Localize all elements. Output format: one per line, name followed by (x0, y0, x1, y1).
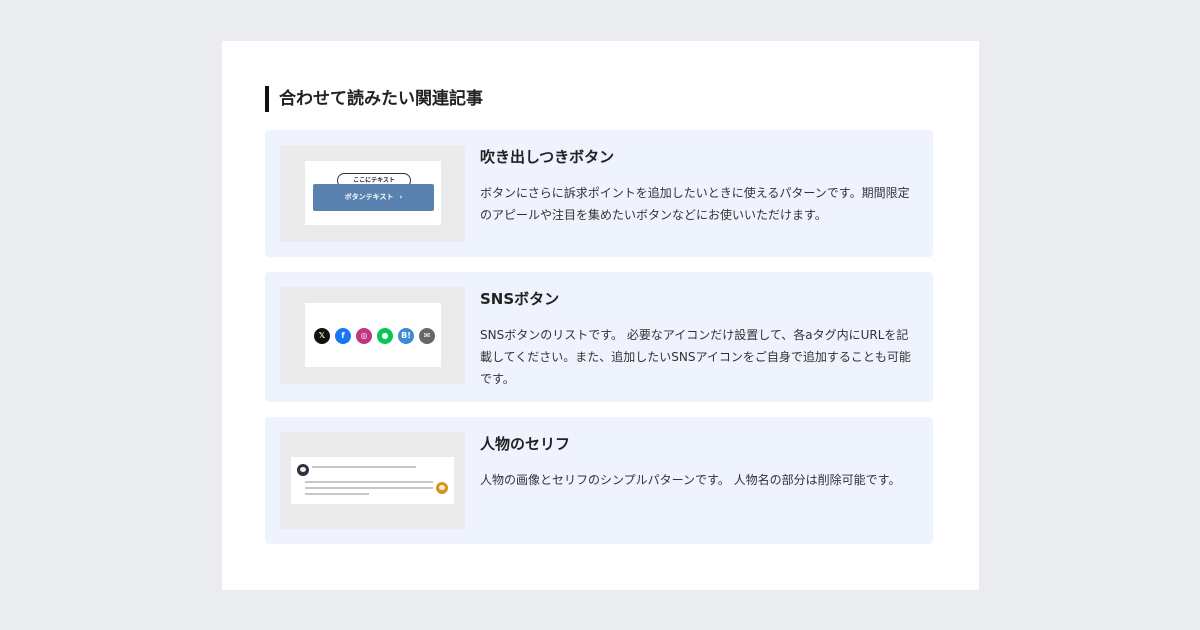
thumbnail-preview (291, 457, 454, 504)
preview-button-label: ボタンテキスト (344, 193, 394, 201)
article-title[interactable]: 吹き出しつきボタン (480, 146, 614, 167)
section-heading: 合わせて読みたい関連記事 (265, 86, 483, 112)
x-icon: 𝕏 (314, 328, 330, 344)
article-thumbnail[interactable] (280, 432, 465, 529)
hatena-bookmark-icon: B! (398, 328, 414, 344)
person-avatar-icon (436, 482, 448, 494)
related-articles-panel: 合わせて読みたい関連記事 ここにテキスト ボタンテキスト › 吹き出しつきボタン … (222, 41, 979, 590)
line-icon: ● (377, 328, 393, 344)
chevron-right-icon: › (399, 193, 403, 201)
article-card-sns-buttons[interactable]: 𝕏 f ◎ ● B! ✉ SNSボタン SNSボタンのリストです。 必要なアイコ… (265, 272, 933, 402)
article-description: 人物の画像とセリフのシンプルパターンです。 人物名の部分は削除可能です。 (480, 473, 901, 487)
article-title[interactable]: 人物のセリフ (480, 433, 570, 454)
article-title[interactable]: SNSボタン (480, 288, 559, 309)
mail-icon: ✉ (419, 328, 435, 344)
dialogue-text-line (305, 481, 433, 483)
article-description: SNSボタンのリストです。 必要なアイコンだけ設置して、各aタグ内にURLを記載… (480, 328, 911, 386)
dialogue-text-line (305, 493, 369, 495)
thumbnail-preview: ここにテキスト ボタンテキスト › (305, 161, 441, 225)
preview-button: ボタンテキスト › (313, 184, 434, 211)
article-card-person-dialogue[interactable]: 人物のセリフ 人物の画像とセリフのシンプルパターンです。 人物名の部分は削除可能… (265, 417, 933, 544)
article-card-speech-bubble-button[interactable]: ここにテキスト ボタンテキスト › 吹き出しつきボタン ボタンにさらに訴求ポイント… (265, 130, 933, 257)
thumbnail-preview: 𝕏 f ◎ ● B! ✉ (305, 303, 441, 367)
dialogue-text-line (312, 466, 416, 468)
dialogue-text-line (305, 487, 433, 489)
article-description: ボタンにさらに訴求ポイントを追加したいときに使えるパターンです。期間限定のアピー… (480, 186, 910, 222)
facebook-icon: f (335, 328, 351, 344)
article-thumbnail[interactable]: 𝕏 f ◎ ● B! ✉ (280, 287, 465, 384)
article-thumbnail[interactable]: ここにテキスト ボタンテキスト › (280, 145, 465, 242)
person-avatar-icon (297, 464, 309, 476)
instagram-icon: ◎ (356, 328, 372, 344)
